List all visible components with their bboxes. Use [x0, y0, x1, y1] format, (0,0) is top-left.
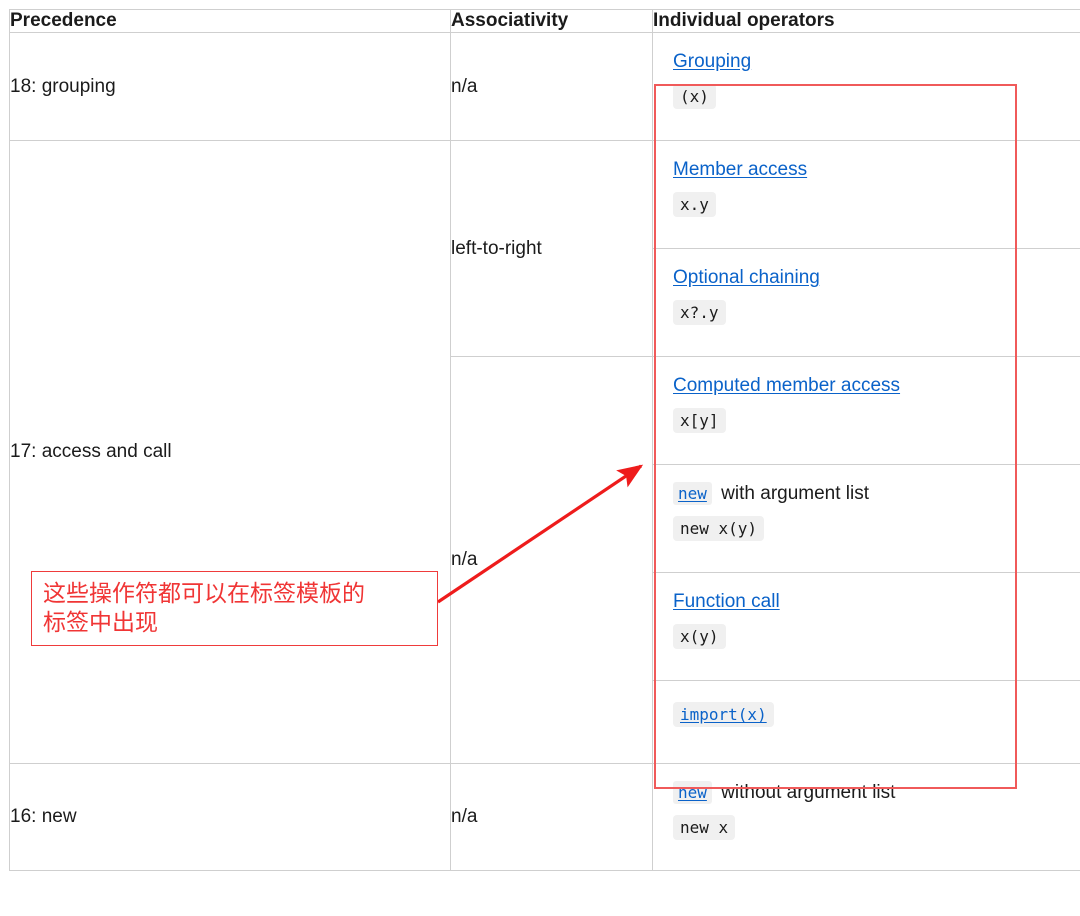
- operator-entry-dynamic-import: import(x): [653, 681, 1080, 763]
- table-row: 17: access and call left-to-right Member…: [10, 141, 1080, 357]
- operator-stack: Computed member access x[y] new with arg…: [653, 357, 1080, 763]
- operator-name: Computed member access: [673, 374, 1080, 399]
- operator-code: import(x): [673, 705, 1080, 726]
- operator-code: x(y): [673, 627, 1080, 648]
- operator-entry-function-call: Function call x(y): [653, 573, 1080, 681]
- operator-entry-new-with-arguments: new with argument list new x(y): [653, 465, 1080, 573]
- operator-name: Function call: [673, 590, 1080, 615]
- operator-stack: Grouping (x): [653, 33, 1080, 140]
- operator-code: x.y: [673, 195, 1080, 216]
- operator-entry-computed-member-access: Computed member access x[y]: [653, 357, 1080, 465]
- operator-precedence-table: Precedence Associativity Individual oper…: [9, 9, 1080, 871]
- table-row: 16: new n/a new without argument list ne…: [10, 764, 1080, 871]
- code-chip: x.y: [673, 192, 716, 217]
- associativity-cell: n/a: [451, 764, 653, 871]
- operators-cell: Member access x.y Optional chaining: [653, 141, 1080, 357]
- operator-name: Member access: [673, 158, 1080, 183]
- operator-code: x?.y: [673, 303, 1080, 324]
- column-header-associativity: Associativity: [451, 10, 653, 33]
- operator-entry-grouping: Grouping (x): [653, 33, 1080, 140]
- associativity-cell: n/a: [451, 357, 653, 764]
- associativity-cell: left-to-right: [451, 141, 653, 357]
- operator-name: Optional chaining: [673, 266, 1080, 291]
- operator-code: x[y]: [673, 411, 1080, 432]
- operator-link-member-access[interactable]: Member access: [673, 159, 807, 180]
- operators-cell: Computed member access x[y] new with arg…: [653, 357, 1080, 764]
- table-body: 18: grouping n/a Grouping (x): [10, 33, 1080, 871]
- operator-stack: Member access x.y Optional chaining: [653, 141, 1080, 356]
- precedence-cell: 17: access and call: [10, 141, 451, 764]
- operator-entry-optional-chaining: Optional chaining x?.y: [653, 249, 1080, 356]
- keyword-chip-new: new: [673, 482, 712, 505]
- code-chip: x(y): [673, 624, 726, 649]
- associativity-cell: n/a: [451, 33, 653, 141]
- operator-link-import[interactable]: import(x): [680, 705, 767, 724]
- operator-entry-member-access: Member access x.y: [653, 141, 1080, 249]
- operator-name-suffix: without argument list: [716, 782, 896, 803]
- operator-link-optional-chaining[interactable]: Optional chaining: [673, 267, 820, 288]
- operator-link-function-call[interactable]: Function call: [673, 591, 780, 612]
- operator-name-suffix: with argument list: [716, 483, 869, 504]
- operator-name: new with argument list: [673, 482, 1080, 507]
- column-header-individual-operators: Individual operators: [653, 10, 1080, 33]
- code-chip: x?.y: [673, 300, 726, 325]
- operator-link-new[interactable]: new: [678, 783, 707, 802]
- operator-link-computed-member-access[interactable]: Computed member access: [673, 375, 900, 396]
- column-header-precedence: Precedence: [10, 10, 451, 33]
- operator-precedence-page: Precedence Associativity Individual oper…: [0, 0, 1080, 916]
- operator-name: new without argument list: [673, 781, 1080, 806]
- operator-link-new[interactable]: new: [678, 484, 707, 503]
- operator-stack: new without argument list new x: [653, 764, 1080, 870]
- operator-entry-new-without-arguments: new without argument list new x: [653, 764, 1080, 870]
- code-chip: new x: [673, 815, 735, 840]
- operator-code: new x(y): [673, 519, 1080, 540]
- table-header: Precedence Associativity Individual oper…: [10, 10, 1080, 33]
- operator-link-grouping[interactable]: Grouping: [673, 51, 751, 72]
- code-chip: x[y]: [673, 408, 726, 433]
- operator-name: Grouping: [673, 50, 1080, 75]
- table-row: 18: grouping n/a Grouping (x): [10, 33, 1080, 141]
- operator-code: (x): [673, 87, 1080, 108]
- code-chip-import: import(x): [673, 702, 774, 727]
- precedence-cell: 18: grouping: [10, 33, 451, 141]
- operator-code: new x: [673, 818, 1080, 839]
- operators-cell: new without argument list new x: [653, 764, 1080, 871]
- code-chip: new x(y): [673, 516, 764, 541]
- header-row: Precedence Associativity Individual oper…: [10, 10, 1080, 33]
- keyword-chip-new: new: [673, 781, 712, 804]
- operators-cell: Grouping (x): [653, 33, 1080, 141]
- code-chip: (x): [673, 84, 716, 109]
- precedence-cell: 16: new: [10, 764, 451, 871]
